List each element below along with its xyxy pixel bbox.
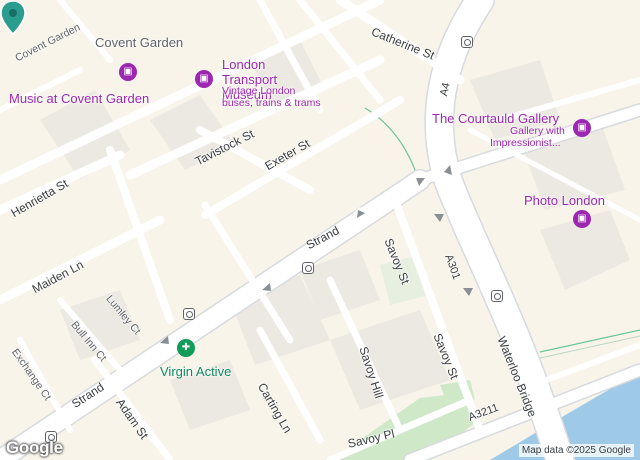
google-logo[interactable]: Google	[6, 438, 63, 458]
map-view[interactable]: ▣ ▣ ▣ ▣ ✚ Covent Garden Music at Covent …	[0, 0, 640, 460]
museum-icon[interactable]: ▣	[195, 70, 213, 88]
map-canvas	[0, 0, 640, 460]
subway-station-icon[interactable]	[183, 308, 195, 320]
location-pin-icon[interactable]	[0, 0, 26, 36]
museum-icon[interactable]: ▣	[573, 119, 591, 137]
subway-station-icon[interactable]	[461, 36, 473, 48]
museum-icon[interactable]: ▣	[573, 210, 591, 228]
fitness-icon[interactable]: ✚	[177, 339, 195, 357]
museum-icon[interactable]: ▣	[119, 63, 137, 81]
map-attribution: Map data ©2025 Google	[518, 444, 634, 457]
subway-station-icon[interactable]	[491, 290, 503, 302]
subway-station-icon[interactable]	[302, 262, 314, 274]
